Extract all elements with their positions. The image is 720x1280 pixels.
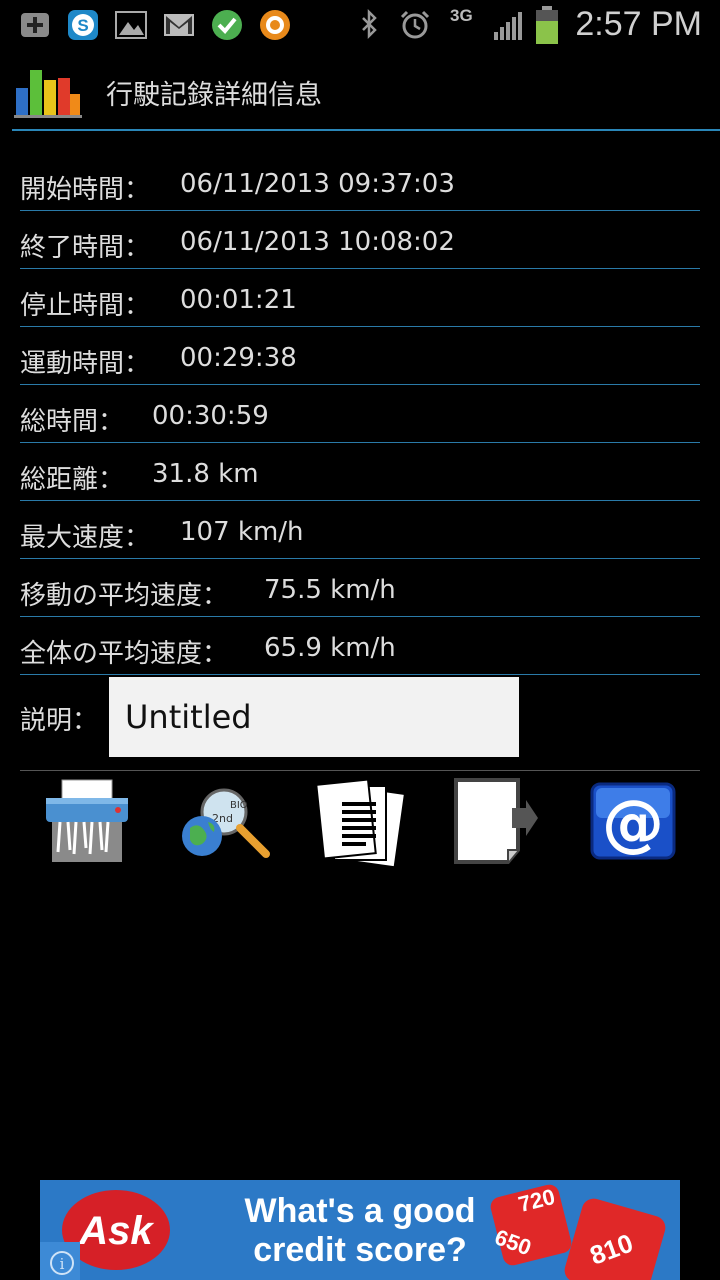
detail-label: 最大速度： <box>20 523 151 553</box>
detail-value: 06/11/2013 09:37:03 <box>180 169 455 199</box>
signal-icon <box>494 12 522 40</box>
shredder-delete-icon[interactable] <box>42 778 132 870</box>
gallery-icon <box>115 11 147 39</box>
detail-value: 65.9 km/h <box>264 633 396 663</box>
svg-text:S: S <box>77 16 88 35</box>
detail-label: 全体の平均速度： <box>20 639 229 669</box>
status-bar: S 3G 2:57 PM <box>0 0 720 50</box>
page-title: 行駛記錄詳細信息 <box>106 80 322 111</box>
email-icon[interactable]: @ <box>588 778 678 870</box>
check-icon <box>212 10 242 40</box>
detail-row-end-time: 終了時間： 06/11/2013 10:08:02 <box>20 211 700 269</box>
detail-value: 00:30:59 <box>152 401 269 431</box>
bluetooth-icon <box>362 8 377 40</box>
detail-value: 00:29:38 <box>180 343 297 373</box>
svg-text:i: i <box>60 1255 65 1273</box>
detail-label: 終了時間： <box>20 233 151 263</box>
detail-value: 75.5 km/h <box>264 575 396 605</box>
detail-label: 停止時間： <box>20 291 151 321</box>
detail-row-overall-avg-speed: 全体の平均速度： 65.9 km/h <box>20 617 700 675</box>
ad-line1: What's a good <box>244 1192 476 1230</box>
detail-row-total-distance: 総距離： 31.8 km <box>20 443 700 501</box>
detail-value: 06/11/2013 10:08:02 <box>180 227 455 257</box>
detail-label: 総時間： <box>20 407 125 437</box>
description-input[interactable] <box>109 677 519 757</box>
app-bar: 行駛記錄詳細信息 <box>0 50 720 130</box>
detail-label: 総距離： <box>20 465 125 495</box>
detail-row-moving-time: 運動時間： 00:29:38 <box>20 327 700 385</box>
export-icon[interactable] <box>452 778 542 870</box>
ad-banner[interactable]: Ask What's a good credit score? 720 650 … <box>40 1180 680 1280</box>
detail-row-stop-time: 停止時間： 00:01:21 <box>20 269 700 327</box>
detail-row-max-speed: 最大速度： 107 km/h <box>20 501 700 559</box>
detail-value: 107 km/h <box>180 517 304 547</box>
info-icon[interactable]: i <box>40 1242 80 1280</box>
globe-search-icon[interactable]: BIO 2nd <box>180 778 270 870</box>
orange-app-icon <box>260 10 290 40</box>
detail-row-start-time: 開始時間： 06/11/2013 09:37:03 <box>20 153 700 211</box>
network-3g-icon: 3G <box>450 6 473 25</box>
detail-label: 移動の平均速度： <box>20 581 229 611</box>
gmail-icon <box>164 14 194 36</box>
alarm-icon <box>400 10 430 39</box>
clock: 2:57 PM <box>575 5 702 43</box>
row-divider <box>20 674 700 675</box>
battery-icon <box>536 6 558 44</box>
skype-icon: S <box>68 10 98 40</box>
toolbar-divider <box>20 770 700 771</box>
description-label: 説明： <box>20 706 99 736</box>
app-bar-divider <box>12 129 720 131</box>
bar-chart-app-icon <box>14 70 82 118</box>
detail-value: 31.8 km <box>152 459 259 489</box>
dice-graphic: 720 650 810 <box>490 1184 666 1280</box>
ask-brand-text: Ask <box>78 1209 154 1253</box>
detail-label: 運動時間： <box>20 349 151 379</box>
ad-text: What's a good credit score? <box>190 1192 530 1270</box>
svg-text:@: @ <box>602 786 664 859</box>
detail-row-moving-avg-speed: 移動の平均速度： 75.5 km/h <box>20 559 700 617</box>
add-icon <box>21 13 49 37</box>
svg-text:BIO: BIO <box>230 800 248 811</box>
detail-value: 00:01:21 <box>180 285 297 315</box>
documents-icon[interactable] <box>316 778 406 870</box>
ad-line2: credit score? <box>253 1231 467 1269</box>
detail-row-total-time: 総時間： 00:30:59 <box>20 385 700 443</box>
detail-label: 開始時間： <box>20 175 151 205</box>
